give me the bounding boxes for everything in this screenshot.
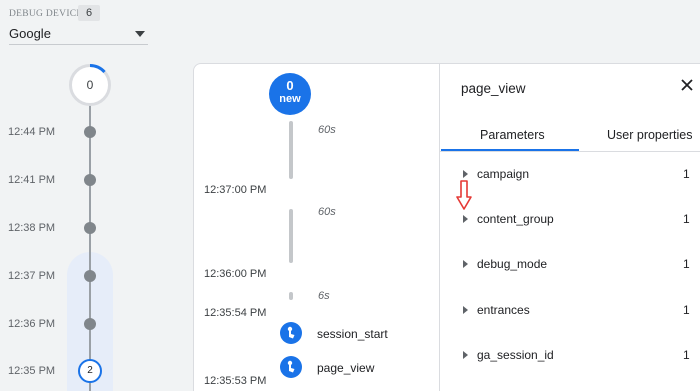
param-name[interactable]: content_group <box>477 212 554 226</box>
debug-device-count: 6 <box>78 5 100 21</box>
event-icon[interactable] <box>280 322 302 344</box>
event-name[interactable]: page_view <box>317 361 374 375</box>
seconds-gap-label: 60s <box>318 124 336 136</box>
active-tab-indicator <box>441 149 579 151</box>
tabs-border <box>440 151 700 152</box>
seconds-gap-label: 6s <box>318 290 330 302</box>
seconds-time: 12:35:53 PM <box>204 375 267 387</box>
debug-device-value: Google <box>9 26 51 41</box>
seconds-new-count: 0 <box>286 78 294 93</box>
event-name[interactable]: session_start <box>317 327 388 341</box>
seconds-new-badge[interactable]: 0 new <box>269 73 311 115</box>
seconds-time: 12:36:00 PM <box>204 268 267 280</box>
minute-time: 12:44 PM <box>8 126 56 138</box>
minute-dot[interactable] <box>84 222 96 234</box>
seconds-time: 12:35:54 PM <box>204 307 267 319</box>
minute-time: 12:38 PM <box>8 222 56 234</box>
expand-caret-icon[interactable] <box>463 170 468 178</box>
panel-divider <box>439 64 440 391</box>
minute-dot[interactable] <box>84 270 96 282</box>
param-value: 1 <box>683 167 690 181</box>
minute-event-count[interactable]: 2 <box>78 359 102 383</box>
tab-parameters[interactable]: Parameters <box>480 128 545 142</box>
param-name[interactable]: campaign <box>477 167 529 181</box>
seconds-gap-bar <box>289 209 293 263</box>
param-value: 1 <box>683 212 690 226</box>
minute-time: 12:36 PM <box>8 318 56 330</box>
expand-caret-icon[interactable] <box>463 306 468 314</box>
seconds-gap-label: 60s <box>318 206 336 218</box>
debug-device-select[interactable]: Google <box>9 24 148 45</box>
param-name[interactable]: entrances <box>477 303 530 317</box>
seconds-gap-bar <box>289 121 293 179</box>
expand-caret-icon[interactable] <box>463 260 468 268</box>
touch-icon <box>287 360 295 373</box>
debug-device-label: DEBUG DEVICE <box>9 9 83 19</box>
expand-caret-icon[interactable] <box>463 351 468 359</box>
tab-user-properties[interactable]: User properties <box>607 128 692 142</box>
minutes-top-counter[interactable]: 0 <box>69 64 111 106</box>
minute-time: 12:35 PM <box>8 365 56 377</box>
param-name[interactable]: ga_session_id <box>477 348 554 362</box>
minute-time: 12:37 PM <box>8 270 56 282</box>
expand-caret-icon[interactable] <box>463 215 468 223</box>
chevron-down-icon <box>135 31 145 37</box>
param-value: 1 <box>683 257 690 271</box>
param-value: 1 <box>683 348 690 362</box>
touch-icon <box>287 326 295 339</box>
minute-dot[interactable] <box>84 318 96 330</box>
minute-time: 12:41 PM <box>8 174 56 186</box>
debug-card <box>193 63 700 391</box>
minute-dot[interactable] <box>84 126 96 138</box>
seconds-new-label: new <box>279 93 301 105</box>
param-value: 1 <box>683 303 690 317</box>
panel-title: page_view <box>461 81 526 96</box>
minute-dot[interactable] <box>84 174 96 186</box>
close-icon[interactable] <box>680 78 694 92</box>
progress-arc-icon <box>89 64 106 74</box>
minutes-timeline-line <box>89 104 91 391</box>
seconds-gap-bar <box>289 292 293 300</box>
seconds-time: 12:37:00 PM <box>204 184 267 196</box>
event-icon[interactable] <box>280 356 302 378</box>
param-name[interactable]: debug_mode <box>477 257 547 271</box>
annotation-arrow-down-icon <box>456 180 472 210</box>
